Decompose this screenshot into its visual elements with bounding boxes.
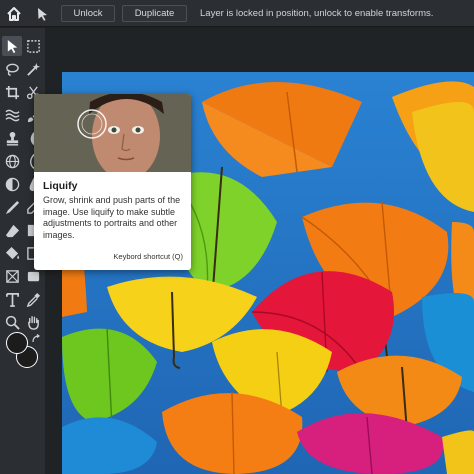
tooltip-description: Grow, shrink and push parts of the image… <box>43 195 181 240</box>
zoom-tool-button[interactable] <box>2 312 22 332</box>
crop-icon <box>5 85 19 99</box>
eyedropper-icon <box>26 292 40 307</box>
foreground-color-swatch[interactable] <box>6 332 28 354</box>
marquee-tool-button[interactable] <box>23 36 43 56</box>
magnifier-icon <box>5 315 20 330</box>
liquify-tool-button[interactable] <box>2 105 22 125</box>
eraser-tool-button[interactable] <box>2 220 22 240</box>
stamp-icon <box>6 131 18 146</box>
crop-tool-button[interactable] <box>2 82 22 102</box>
liquify-preview-image <box>34 94 191 172</box>
arrow-icon[interactable] <box>32 4 52 24</box>
liquify-tooltip: Liquify Grow, shrink and push parts of t… <box>34 94 191 270</box>
swap-colors-icon[interactable] <box>31 331 41 343</box>
tooltip-title: Liquify <box>43 180 78 192</box>
stamp-tool-button[interactable] <box>2 128 22 148</box>
dodge-icon <box>5 177 19 191</box>
frame-tool-button[interactable] <box>2 266 22 286</box>
eraser-icon <box>5 224 19 237</box>
liquify-icon <box>4 109 20 121</box>
magic-wand-icon <box>26 62 40 76</box>
lasso-icon <box>5 63 19 76</box>
lock-status-message: Layer is locked in position, unlock to e… <box>200 8 434 19</box>
marquee-icon <box>26 39 40 53</box>
globe-icon <box>5 154 19 168</box>
home-icon[interactable] <box>4 4 24 24</box>
text-tool-button[interactable] <box>2 289 22 309</box>
hand-icon <box>27 315 39 330</box>
text-icon <box>5 292 19 307</box>
move-tool-button[interactable] <box>2 36 22 56</box>
tooltip-shortcut: Keybord shortcut (Q) <box>113 252 183 261</box>
pen-tool-button[interactable] <box>2 197 22 217</box>
unlock-button[interactable]: Unlock <box>61 5 115 22</box>
dodge-tool-button[interactable] <box>2 174 22 194</box>
pointer-icon <box>7 39 17 53</box>
lasso-tool-button[interactable] <box>2 59 22 79</box>
top-options-bar: Unlock Duplicate Layer is locked in posi… <box>0 0 474 27</box>
paint-bucket-icon <box>5 246 19 259</box>
eyedropper-tool-button[interactable] <box>23 289 43 309</box>
hand-tool-button[interactable] <box>23 312 43 332</box>
photo-editor: Unlock Duplicate Layer is locked in posi… <box>0 0 474 474</box>
magic-wand-tool-button[interactable] <box>23 59 43 79</box>
fill-tool-button[interactable] <box>2 243 22 263</box>
globe-tool-button[interactable] <box>2 151 22 171</box>
rectangle-icon <box>27 271 39 281</box>
duplicate-button[interactable]: Duplicate <box>122 5 187 22</box>
frame-icon <box>5 269 19 283</box>
pen-icon <box>5 200 19 214</box>
